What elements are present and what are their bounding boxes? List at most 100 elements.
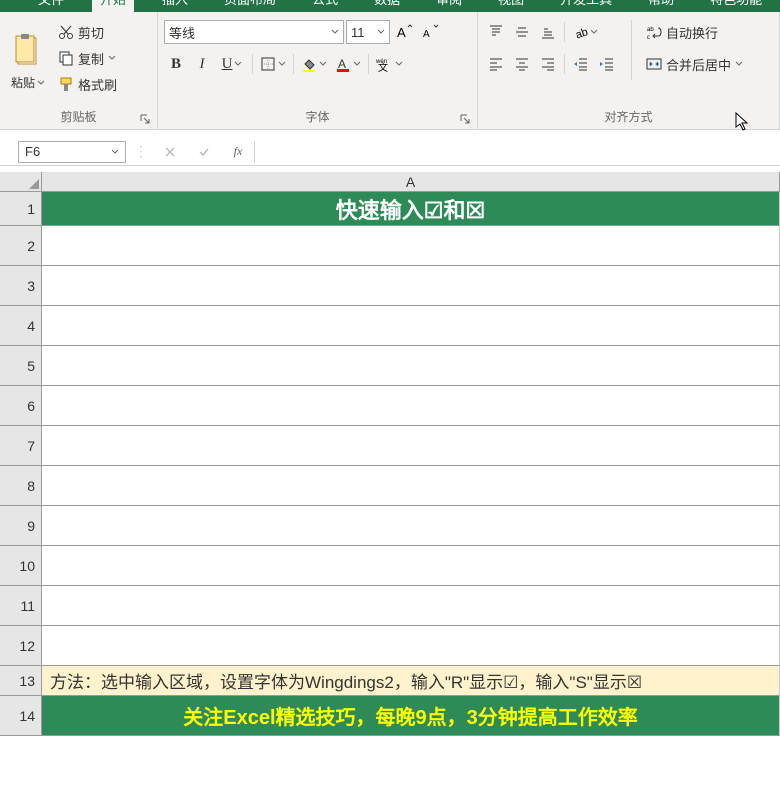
- alignment-group-label: 对齐方式: [484, 106, 773, 127]
- copy-icon: [58, 50, 74, 66]
- row-header[interactable]: 6: [0, 386, 42, 426]
- svg-text:文: 文: [378, 61, 388, 72]
- cell-a1[interactable]: 快速输入☑和☒: [42, 192, 780, 226]
- formula-bar-row: F6 ⋮ fx: [0, 138, 780, 166]
- copy-button[interactable]: 复制: [56, 46, 119, 70]
- cell-a11[interactable]: [42, 586, 780, 626]
- decrease-indent-button[interactable]: [569, 52, 593, 76]
- cell-a9[interactable]: [42, 506, 780, 546]
- ribbon-tabs: 文件 开始 插入 页面布局 公式 数据 审阅 视图 开发工具 帮助 特色功能: [0, 0, 780, 12]
- svg-text:A: A: [397, 25, 406, 40]
- cut-button[interactable]: 剪切: [56, 20, 119, 44]
- tab-insert[interactable]: 插入: [154, 0, 196, 12]
- row-header[interactable]: 4: [0, 306, 42, 346]
- font-color-button[interactable]: A: [332, 52, 364, 76]
- row-header[interactable]: 11: [0, 586, 42, 626]
- wrap-text-button[interactable]: ab c 自动换行: [644, 20, 745, 44]
- row-header[interactable]: 1: [0, 192, 42, 226]
- tab-view[interactable]: 视图: [490, 0, 532, 12]
- align-right-button[interactable]: [536, 52, 560, 76]
- row-header[interactable]: 13: [0, 666, 42, 696]
- enter-formula-button[interactable]: [192, 141, 216, 163]
- format-painter-label: 格式刷: [78, 75, 117, 94]
- bold-button[interactable]: B: [164, 52, 188, 76]
- underline-button[interactable]: U: [216, 52, 248, 76]
- cell-a5[interactable]: [42, 346, 780, 386]
- formula-bar[interactable]: [254, 141, 780, 163]
- fill-color-button[interactable]: [298, 52, 330, 76]
- select-all-button[interactable]: [0, 172, 42, 191]
- row-header[interactable]: 3: [0, 266, 42, 306]
- tab-data[interactable]: 数据: [366, 0, 408, 12]
- cancel-formula-button[interactable]: [158, 141, 182, 163]
- ribbon: 粘贴 剪切 复制 格式刷 剪贴板: [0, 12, 780, 130]
- cell-a8[interactable]: [42, 466, 780, 506]
- svg-text:ab: ab: [647, 27, 654, 33]
- clipboard-launcher[interactable]: [139, 113, 153, 127]
- cell-a7[interactable]: [42, 426, 780, 466]
- increase-font-button[interactable]: A: [392, 20, 416, 44]
- row-header[interactable]: 2: [0, 226, 42, 266]
- cut-label: 剪切: [78, 23, 104, 42]
- col-header-a[interactable]: A: [42, 172, 780, 191]
- name-box-value: F6: [25, 144, 40, 159]
- align-center-button[interactable]: [510, 52, 534, 76]
- cell-a2[interactable]: [42, 226, 780, 266]
- row-header[interactable]: 5: [0, 346, 42, 386]
- paste-button[interactable]: 粘贴: [6, 16, 50, 106]
- align-bottom-button[interactable]: [536, 20, 560, 44]
- font-size-value: 11: [351, 25, 365, 40]
- cell-a4[interactable]: [42, 306, 780, 346]
- wrap-label: 自动换行: [666, 23, 718, 42]
- tab-file[interactable]: 文件: [30, 0, 72, 12]
- paintbrush-icon: [58, 76, 74, 92]
- tab-help[interactable]: 帮助: [640, 0, 682, 12]
- row-header[interactable]: 8: [0, 466, 42, 506]
- row-header[interactable]: 9: [0, 506, 42, 546]
- tab-formulas[interactable]: 公式: [304, 0, 346, 12]
- font-launcher[interactable]: [459, 113, 473, 127]
- italic-button[interactable]: I: [190, 52, 214, 76]
- cell-a6[interactable]: [42, 386, 780, 426]
- merge-icon: [646, 56, 662, 72]
- svg-text:A: A: [338, 57, 346, 71]
- tab-special[interactable]: 特色功能: [702, 0, 770, 12]
- row-header[interactable]: 14: [0, 696, 42, 736]
- row-header[interactable]: 12: [0, 626, 42, 666]
- paste-label: 粘贴: [11, 76, 35, 90]
- tab-home[interactable]: 开始: [92, 0, 134, 12]
- row-header[interactable]: 10: [0, 546, 42, 586]
- svg-text:ab: ab: [573, 26, 588, 40]
- name-box[interactable]: F6: [18, 141, 126, 163]
- align-middle-button[interactable]: [510, 20, 534, 44]
- scissors-icon: [58, 24, 74, 40]
- merge-center-button[interactable]: 合并后居中: [644, 52, 745, 76]
- font-name-select[interactable]: 等线: [164, 20, 344, 44]
- orientation-button[interactable]: ab: [569, 20, 601, 44]
- insert-function-button[interactable]: fx: [226, 141, 250, 163]
- merge-label: 合并后居中: [666, 55, 731, 74]
- cell-a13[interactable]: 方法：选中输入区域，设置字体为Wingdings2，输入"R"显示☑，输入"S"…: [42, 666, 780, 696]
- cell-a3[interactable]: [42, 266, 780, 306]
- clipboard-group-label: 剪贴板: [6, 106, 151, 127]
- font-name-value: 等线: [169, 23, 195, 42]
- copy-label: 复制: [78, 49, 104, 68]
- tab-layout[interactable]: 页面布局: [216, 0, 284, 12]
- align-left-button[interactable]: [484, 52, 508, 76]
- format-painter-button[interactable]: 格式刷: [56, 72, 119, 96]
- phonetic-button[interactable]: wén文: [373, 52, 405, 76]
- increase-indent-button[interactable]: [595, 52, 619, 76]
- decrease-font-button[interactable]: A: [418, 20, 442, 44]
- font-size-select[interactable]: 11: [346, 20, 390, 44]
- row-header[interactable]: 7: [0, 426, 42, 466]
- tab-dev[interactable]: 开发工具: [552, 0, 620, 12]
- svg-text:A: A: [423, 29, 430, 40]
- tab-review[interactable]: 审阅: [428, 0, 470, 12]
- align-top-button[interactable]: [484, 20, 508, 44]
- cell-a12[interactable]: [42, 626, 780, 666]
- spreadsheet-grid: A 1 2 3 4 5 6 7 8 9 10 11 12 13 14 快速输入☑…: [0, 172, 780, 736]
- svg-text:c: c: [647, 35, 650, 40]
- cell-a14[interactable]: 关注Excel精选技巧，每晚9点，3分钟提高工作效率: [42, 696, 780, 736]
- cell-a10[interactable]: [42, 546, 780, 586]
- borders-button[interactable]: [257, 52, 289, 76]
